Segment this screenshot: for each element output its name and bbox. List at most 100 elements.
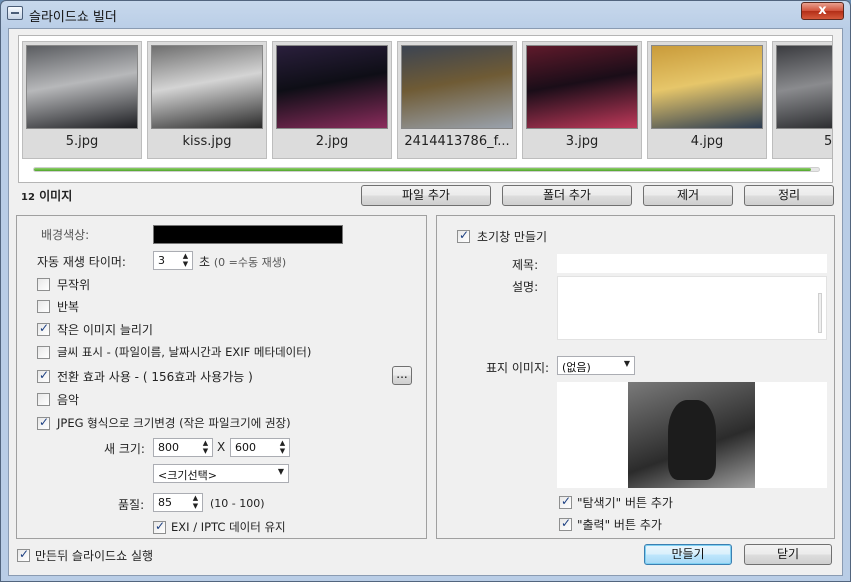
cover-preview-image: [628, 382, 755, 488]
image-count: 12 이미지: [21, 187, 72, 204]
spinner-arrows-icon[interactable]: ▲ ▼: [277, 439, 288, 456]
dialog-client-area: 5.jpg kiss.jpg 2.jpg 2414413786_f... 3.jpg 4.…: [8, 28, 843, 576]
window-title: 슬라이드쇼 빌더: [29, 10, 117, 25]
add-print-button-label: "출력" 버튼 추가: [577, 518, 662, 532]
quality-spinner[interactable]: 85 ▲ ▼: [153, 493, 203, 512]
thumbnail-item[interactable]: kiss.jpg: [147, 41, 267, 159]
sort-button[interactable]: 정리: [744, 185, 834, 206]
show-text-label: 글씨 표시 - (파일이름, 날짜시간과 EXIF 메타데이터): [57, 345, 312, 359]
thumbnail-image: [401, 45, 513, 129]
thumbnail-item[interactable]: 3.jpg: [522, 41, 642, 159]
random-checkbox[interactable]: [37, 278, 50, 291]
quality-label: 품질:: [118, 498, 145, 512]
thumbnail-item[interactable]: 4.jpg: [647, 41, 767, 159]
run-after-checkbox[interactable]: [17, 547, 30, 562]
thumbnail-caption: 2.jpg: [315, 134, 349, 149]
create-start-page-checkbox[interactable]: [457, 228, 470, 243]
title-input[interactable]: [557, 254, 827, 273]
load-progress-bar: [33, 167, 820, 172]
thumbnail-caption: 3.jpg: [565, 134, 599, 149]
repeat-label: 반복: [57, 300, 80, 314]
title-bar: 슬라이드쇼 빌더 x: [1, 1, 850, 27]
keep-exif-label: EXI / IPTC 데이터 유지: [171, 520, 286, 534]
thumbnail-image: [526, 45, 638, 129]
close-button[interactable]: 닫기: [744, 544, 832, 565]
transitions-checkbox[interactable]: [37, 368, 50, 383]
quality-range: (10 - 100): [210, 497, 265, 510]
timer-label: 자동 재생 타이머:: [37, 255, 126, 269]
jpeg-resize-label: JPEG 형식으로 크기변경 (작은 파일크기에 권장): [57, 416, 291, 430]
description-label: 설명:: [512, 280, 539, 294]
thumbnail-item[interactable]: 5.jpg: [22, 41, 142, 159]
timer-unit-text: 초: [199, 255, 211, 269]
height-value: 600: [235, 441, 256, 454]
music-checkbox[interactable]: [37, 393, 50, 406]
size-preset-value: <크기선택>: [158, 469, 217, 482]
transitions-label: 전환 효과 사용 - ( 156효과 사용가능 ): [57, 370, 253, 384]
add-print-button-checkbox[interactable]: [559, 516, 572, 531]
thumbnail-gallery[interactable]: 5.jpg kiss.jpg 2.jpg 2414413786_f... 3.jpg 4.…: [18, 35, 833, 183]
spinner-arrows-icon[interactable]: ▲ ▼: [190, 494, 201, 511]
load-progress-fill: [34, 168, 812, 171]
thumbnail-caption: kiss.jpg: [182, 134, 232, 149]
new-size-label: 새 크기:: [104, 442, 145, 456]
quality-value: 85: [158, 496, 172, 509]
create-button[interactable]: 만들기: [644, 544, 732, 565]
image-count-label: 이미지: [39, 189, 73, 203]
width-spinner[interactable]: 800 ▲ ▼: [153, 438, 213, 457]
thumbnail-item[interactable]: 5.j: [772, 41, 833, 159]
thumbnail-image: [26, 45, 138, 129]
stretch-checkbox[interactable]: [37, 321, 50, 336]
chevron-down-icon: ▼: [277, 467, 284, 476]
height-spinner[interactable]: 600 ▲ ▼: [230, 438, 290, 457]
bg-color-label: 배경색상:: [41, 228, 90, 242]
start-page-panel: 초기창 만들기 제목: 설명: 표지 이미지: (없음) ▼ "탐색기" 버튼 …: [436, 215, 835, 539]
add-folder-button[interactable]: 폴더 추가: [502, 185, 632, 206]
repeat-checkbox[interactable]: [37, 300, 50, 313]
transitions-settings-button[interactable]: ...: [392, 366, 412, 385]
options-panel: 배경색상: 자동 재생 타이머: 3 ▲ ▼ 초 (0 =수동 재생) 무작위 반…: [16, 215, 427, 539]
thumbnail-caption: 5.j: [823, 134, 833, 149]
close-window-button[interactable]: x: [801, 2, 844, 20]
add-explorer-button-checkbox[interactable]: [559, 494, 572, 509]
slideshow-builder-window: 슬라이드쇼 빌더 x 5.jpg kiss.jpg 2.jpg 2414413786_…: [0, 0, 851, 582]
thumbnail-caption: 4.jpg: [690, 134, 724, 149]
cover-image-value: (없음): [562, 361, 591, 374]
chevron-down-icon: ▼: [623, 359, 630, 368]
window-menu-icon[interactable]: [7, 6, 23, 20]
add-file-button[interactable]: 파일 추가: [361, 185, 491, 206]
bg-color-swatch[interactable]: [153, 225, 343, 244]
cover-image-label: 표지 이미지:: [486, 361, 550, 375]
thumbnail-image: [776, 45, 832, 129]
show-text-checkbox[interactable]: [37, 346, 50, 359]
cover-image-select[interactable]: (없음) ▼: [557, 356, 635, 375]
keep-exif-checkbox[interactable]: [153, 519, 166, 534]
thumbnail-image: [276, 45, 388, 129]
title-label: 제목:: [512, 258, 539, 272]
run-after-label: 만든뒤 슬라이드쇼 실행: [35, 549, 154, 563]
thumbnail-caption: 2414413786_f...: [404, 134, 510, 149]
add-explorer-button-label: "탐색기" 버튼 추가: [577, 496, 673, 510]
random-label: 무작위: [57, 278, 91, 292]
jpeg-resize-checkbox[interactable]: [37, 415, 50, 430]
spinner-arrows-icon[interactable]: ▲ ▼: [180, 252, 191, 269]
thumbnail-item[interactable]: 2.jpg: [272, 41, 392, 159]
timer-hint: (0 =수동 재생): [213, 256, 287, 269]
remove-button[interactable]: 제거: [643, 185, 733, 206]
create-start-page-label: 초기창 만들기: [477, 230, 548, 244]
cover-preview-area: [557, 382, 827, 488]
timer-spinner[interactable]: 3 ▲ ▼: [153, 251, 193, 270]
couple-silhouette: [668, 400, 716, 480]
times-sign: X: [217, 440, 226, 454]
image-count-number: 12: [21, 192, 35, 203]
music-label: 음악: [57, 393, 80, 407]
description-input[interactable]: [557, 276, 827, 340]
thumbnail-image: [651, 45, 763, 129]
timer-value: 3: [158, 254, 165, 267]
spinner-arrows-icon[interactable]: ▲ ▼: [200, 439, 211, 456]
size-preset-select[interactable]: <크기선택> ▼: [153, 464, 289, 483]
description-scrollbar[interactable]: [818, 293, 822, 333]
thumbnail-caption: 5.jpg: [65, 134, 99, 149]
thumbnail-item[interactable]: 2414413786_f...: [397, 41, 517, 159]
stretch-label: 작은 이미지 늘리기: [57, 323, 153, 337]
